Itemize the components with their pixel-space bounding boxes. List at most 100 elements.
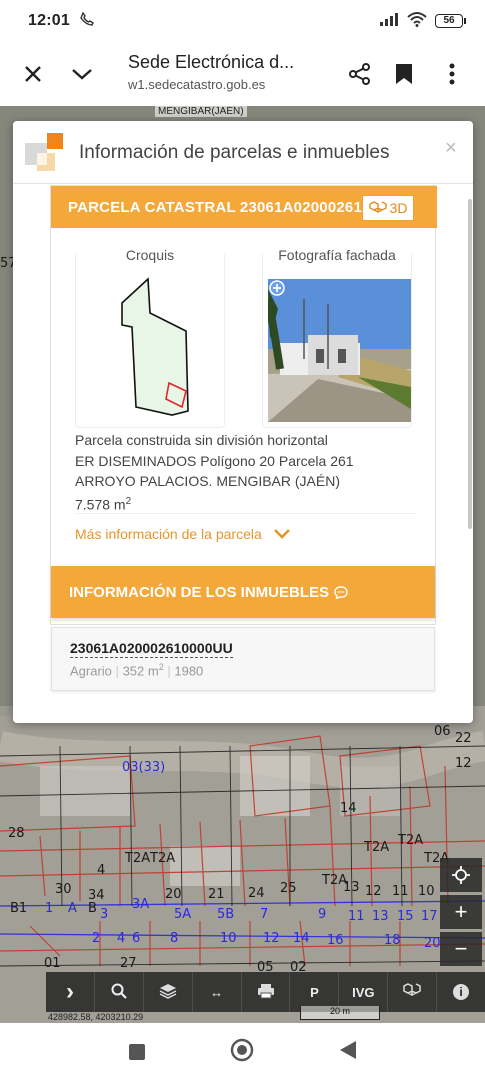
more-parcel-info-label: Más información de la parcela xyxy=(75,526,262,542)
parcel-reference: PARCELA CATASTRAL 23061A02000261 xyxy=(68,198,363,216)
battery-indicator: 56 xyxy=(435,14,466,28)
map-parcel-number: 2 xyxy=(92,931,101,946)
share-button[interactable] xyxy=(336,50,384,98)
parcel-card: PARCELA CATASTRAL 23061A02000261 3D Croq… xyxy=(50,185,437,625)
parcel-area: 7.578 m2 xyxy=(75,495,132,513)
property-meta: Agrario | 352 m2 | 1980 xyxy=(70,662,204,679)
layers-tool[interactable] xyxy=(144,972,193,1012)
map-parcel-number: 7 xyxy=(260,907,269,922)
browser-toolbar: Sede Electrónica d... w1.sedecatastro.go… xyxy=(0,42,485,106)
parcel-type: Parcela construida sin división horizont… xyxy=(75,432,328,448)
more-parcel-info-link[interactable]: Más información de la parcela xyxy=(75,526,290,542)
zoom-out-button[interactable]: − xyxy=(440,932,482,966)
chevron-down-icon xyxy=(273,529,290,539)
map-parcel-number: 22 xyxy=(455,731,472,746)
map-parcel-number: 5B xyxy=(217,907,235,922)
map-parcel-number: 21 xyxy=(208,887,225,902)
zoom-in-button[interactable]: + xyxy=(440,895,482,929)
map-parcel-number: B1 xyxy=(10,901,28,916)
3d-icon xyxy=(402,982,422,1002)
share-icon xyxy=(349,63,370,85)
coordinates-readout: 428982.58, 4203210.29 xyxy=(48,1012,144,1022)
plus-icon: + xyxy=(454,899,468,924)
property-list-item[interactable]: 23061A020002610000UU Agrario | 352 m2 | … xyxy=(51,627,435,691)
layers-icon xyxy=(159,983,177,1002)
map-parcel-number: 12 xyxy=(365,884,382,899)
print-tool[interactable] xyxy=(242,972,291,1012)
map-parcel-number: 1 xyxy=(45,901,54,916)
map-parcel-number: 16 xyxy=(327,933,344,948)
map-parcel-number: T2A xyxy=(364,840,390,855)
scale-bar: 20 m xyxy=(300,1006,380,1020)
close-tab-button[interactable] xyxy=(9,50,57,98)
close-icon xyxy=(25,66,41,82)
url-block[interactable]: Sede Electrónica d... w1.sedecatastro.go… xyxy=(128,52,328,92)
map-parcel-number: 9 xyxy=(318,907,327,922)
map-parcel-number: 15 xyxy=(397,909,414,924)
parcel-description: Parcela construida sin división horizont… xyxy=(75,430,415,515)
more-menu-button[interactable] xyxy=(428,50,476,98)
map-parcel-number: 20 xyxy=(424,936,441,951)
map-parcel-number: B xyxy=(88,901,97,916)
view-3d-button[interactable]: 3D xyxy=(362,195,414,221)
search-tool[interactable] xyxy=(95,972,144,1012)
circle-icon xyxy=(230,1038,254,1062)
property-reference[interactable]: 23061A020002610000UU xyxy=(70,640,233,658)
croquis-label: Croquis xyxy=(76,247,224,263)
dialog-scrollbar[interactable] xyxy=(468,199,472,529)
croquis-panel[interactable]: Croquis xyxy=(75,247,225,428)
bookmark-button[interactable] xyxy=(380,50,428,98)
locate-button[interactable] xyxy=(440,858,482,892)
map-parcel-number: 3A xyxy=(132,897,150,912)
map-parcel-number: 14 xyxy=(293,931,310,946)
parcel-sketch xyxy=(121,277,189,416)
expand-tool[interactable]: › xyxy=(46,972,95,1012)
dialog-header: Información de parcelas e inmuebles × xyxy=(13,121,473,183)
wifi-call-icon xyxy=(80,11,94,31)
map-parcel-number: A xyxy=(68,901,77,916)
divider xyxy=(13,183,473,184)
facade-photo-panel[interactable]: Fotografía fachada xyxy=(262,247,412,428)
map-parcel-number: 13 xyxy=(372,909,389,924)
wifi-icon xyxy=(407,11,427,32)
map-parcel-number: 20 xyxy=(165,887,182,902)
municipality-label: MENGIBAR(JAÉN) xyxy=(155,106,247,117)
print-icon xyxy=(257,983,275,1002)
minimize-button[interactable] xyxy=(58,50,106,98)
map-parcel-number: 17 xyxy=(421,909,438,924)
chevron-right-icon: › xyxy=(65,978,74,1005)
map-parcel-number: 6 xyxy=(132,931,141,946)
dialog-title: Información de parcelas e inmuebles xyxy=(79,142,390,163)
home-button[interactable] xyxy=(230,1038,254,1067)
info-icon: i xyxy=(453,984,470,1000)
map-parcel-number: 30 xyxy=(55,882,72,897)
map-parcel-number: 27 xyxy=(120,956,137,971)
3d-tool[interactable] xyxy=(388,972,438,1012)
parcel-address-line1: ER DISEMINADOS Polígono 20 Parcela 261 xyxy=(75,452,354,469)
properties-header[interactable]: INFORMACIÓN DE LOS INMUEBLES xyxy=(51,566,435,618)
map-parcel-number: T2A xyxy=(150,851,176,866)
page-title: Sede Electrónica d... xyxy=(128,52,295,72)
dialog-close-button[interactable]: × xyxy=(445,137,457,160)
back-button[interactable] xyxy=(339,1040,357,1065)
map-parcel-number: 11 xyxy=(348,909,365,924)
map-parcel-number: 11 xyxy=(392,884,409,899)
recents-button[interactable] xyxy=(128,1043,146,1066)
map-parcel-number: 3 xyxy=(100,907,109,922)
info-tool[interactable]: i xyxy=(437,972,485,1012)
page-host: w1.sedecatastro.gob.es xyxy=(128,77,266,92)
map-parcel-number: 18 xyxy=(384,933,401,948)
map-parcel-number: 10 xyxy=(418,884,435,899)
measure-tool[interactable]: ↔ xyxy=(193,972,242,1012)
map-parcel-number: 5A xyxy=(174,907,192,922)
ivg-icon: IVG xyxy=(352,984,375,1000)
map-parcel-number: 8 xyxy=(170,931,179,946)
minus-icon: − xyxy=(454,936,468,961)
cubes-icon xyxy=(368,201,387,213)
measure-icon: ↔ xyxy=(210,984,224,1000)
crosshair-icon xyxy=(452,866,470,884)
map-parcel-number: 10 xyxy=(220,931,237,946)
map-parcel-number: 24 xyxy=(248,886,265,901)
map-parcel-number: T2A xyxy=(125,851,151,866)
search-icon xyxy=(111,983,127,1002)
